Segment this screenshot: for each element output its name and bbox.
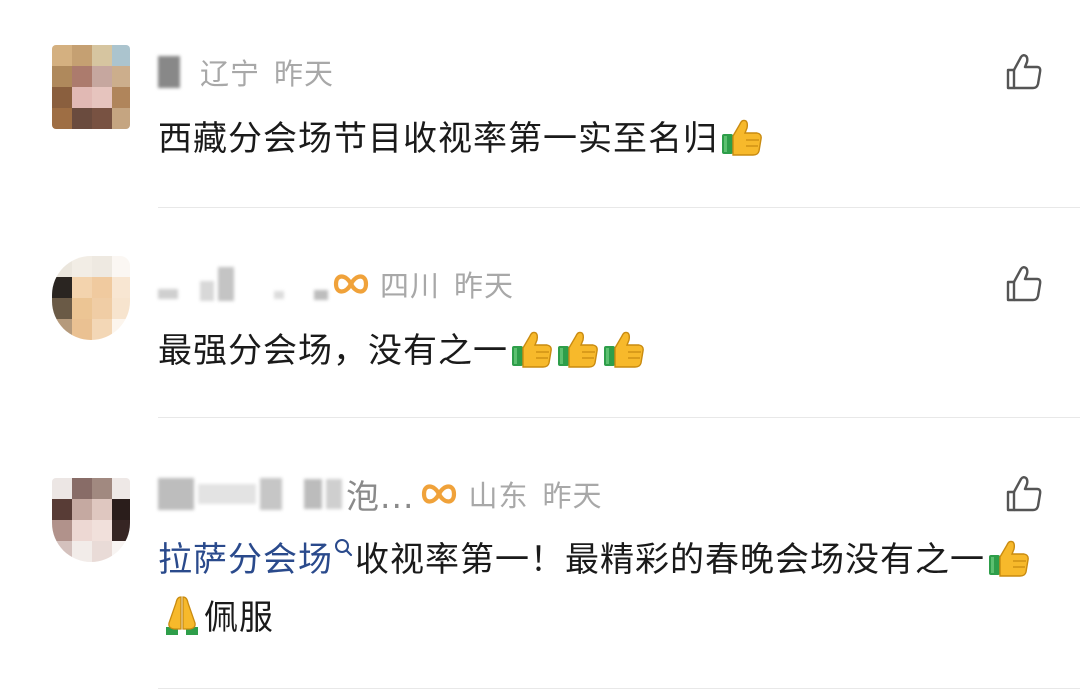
username-redacted[interactable] — [158, 289, 178, 299]
divider — [158, 207, 1080, 208]
comment-text: 西藏分会场节目收视率第一实至名归 — [158, 110, 1040, 168]
avatar[interactable] — [52, 478, 130, 562]
thumbs-up-icon — [602, 326, 646, 370]
like-icon[interactable] — [1004, 264, 1044, 304]
folded-hands-icon — [160, 593, 204, 637]
divider — [158, 688, 1080, 689]
thumbs-up-icon — [510, 326, 554, 370]
comment-text: 最强分会场，没有之一 — [158, 322, 1040, 380]
search-icon[interactable] — [333, 537, 353, 559]
comment-time: 昨天 — [454, 269, 515, 303]
infinity-badge-icon — [332, 269, 370, 299]
thumbs-up-icon — [720, 114, 764, 158]
thumbs-up-icon — [987, 535, 1031, 579]
comment-meta: 辽宁 昨天 — [158, 52, 334, 92]
like-icon[interactable] — [1004, 474, 1044, 514]
avatar[interactable] — [52, 45, 130, 129]
username[interactable]: 泡... — [346, 470, 414, 518]
comment-location: 山东 — [468, 479, 529, 513]
like-icon[interactable] — [1004, 52, 1044, 92]
comment-body-suffix: 佩服 — [204, 598, 274, 638]
comment-meta: 四川 昨天 — [158, 264, 514, 304]
comment-body: 收视率第一！最精彩的春晚会场没有之一 — [355, 540, 985, 580]
comment-time: 昨天 — [274, 57, 335, 91]
comment-body: 西藏分会场节目收视率第一实至名归 — [158, 119, 718, 159]
avatar[interactable] — [52, 256, 130, 340]
comment-location: 四川 — [380, 269, 441, 303]
comment-body: 最强分会场，没有之一 — [158, 331, 508, 371]
infinity-badge-icon — [420, 479, 458, 509]
username-redacted[interactable] — [158, 478, 194, 510]
comment-meta: 泡... 山东 昨天 — [158, 474, 603, 516]
comment-location: 辽宁 — [200, 57, 261, 91]
divider — [158, 417, 1080, 418]
comment-time: 昨天 — [542, 479, 603, 513]
topic-link[interactable]: 拉萨分会场 — [158, 540, 333, 580]
comment-text: 拉萨分会场 收视率第一！最精彩的春晚会场没有之一佩服 — [158, 531, 1040, 647]
thumbs-up-icon — [556, 326, 600, 370]
username-redacted[interactable] — [158, 56, 180, 88]
